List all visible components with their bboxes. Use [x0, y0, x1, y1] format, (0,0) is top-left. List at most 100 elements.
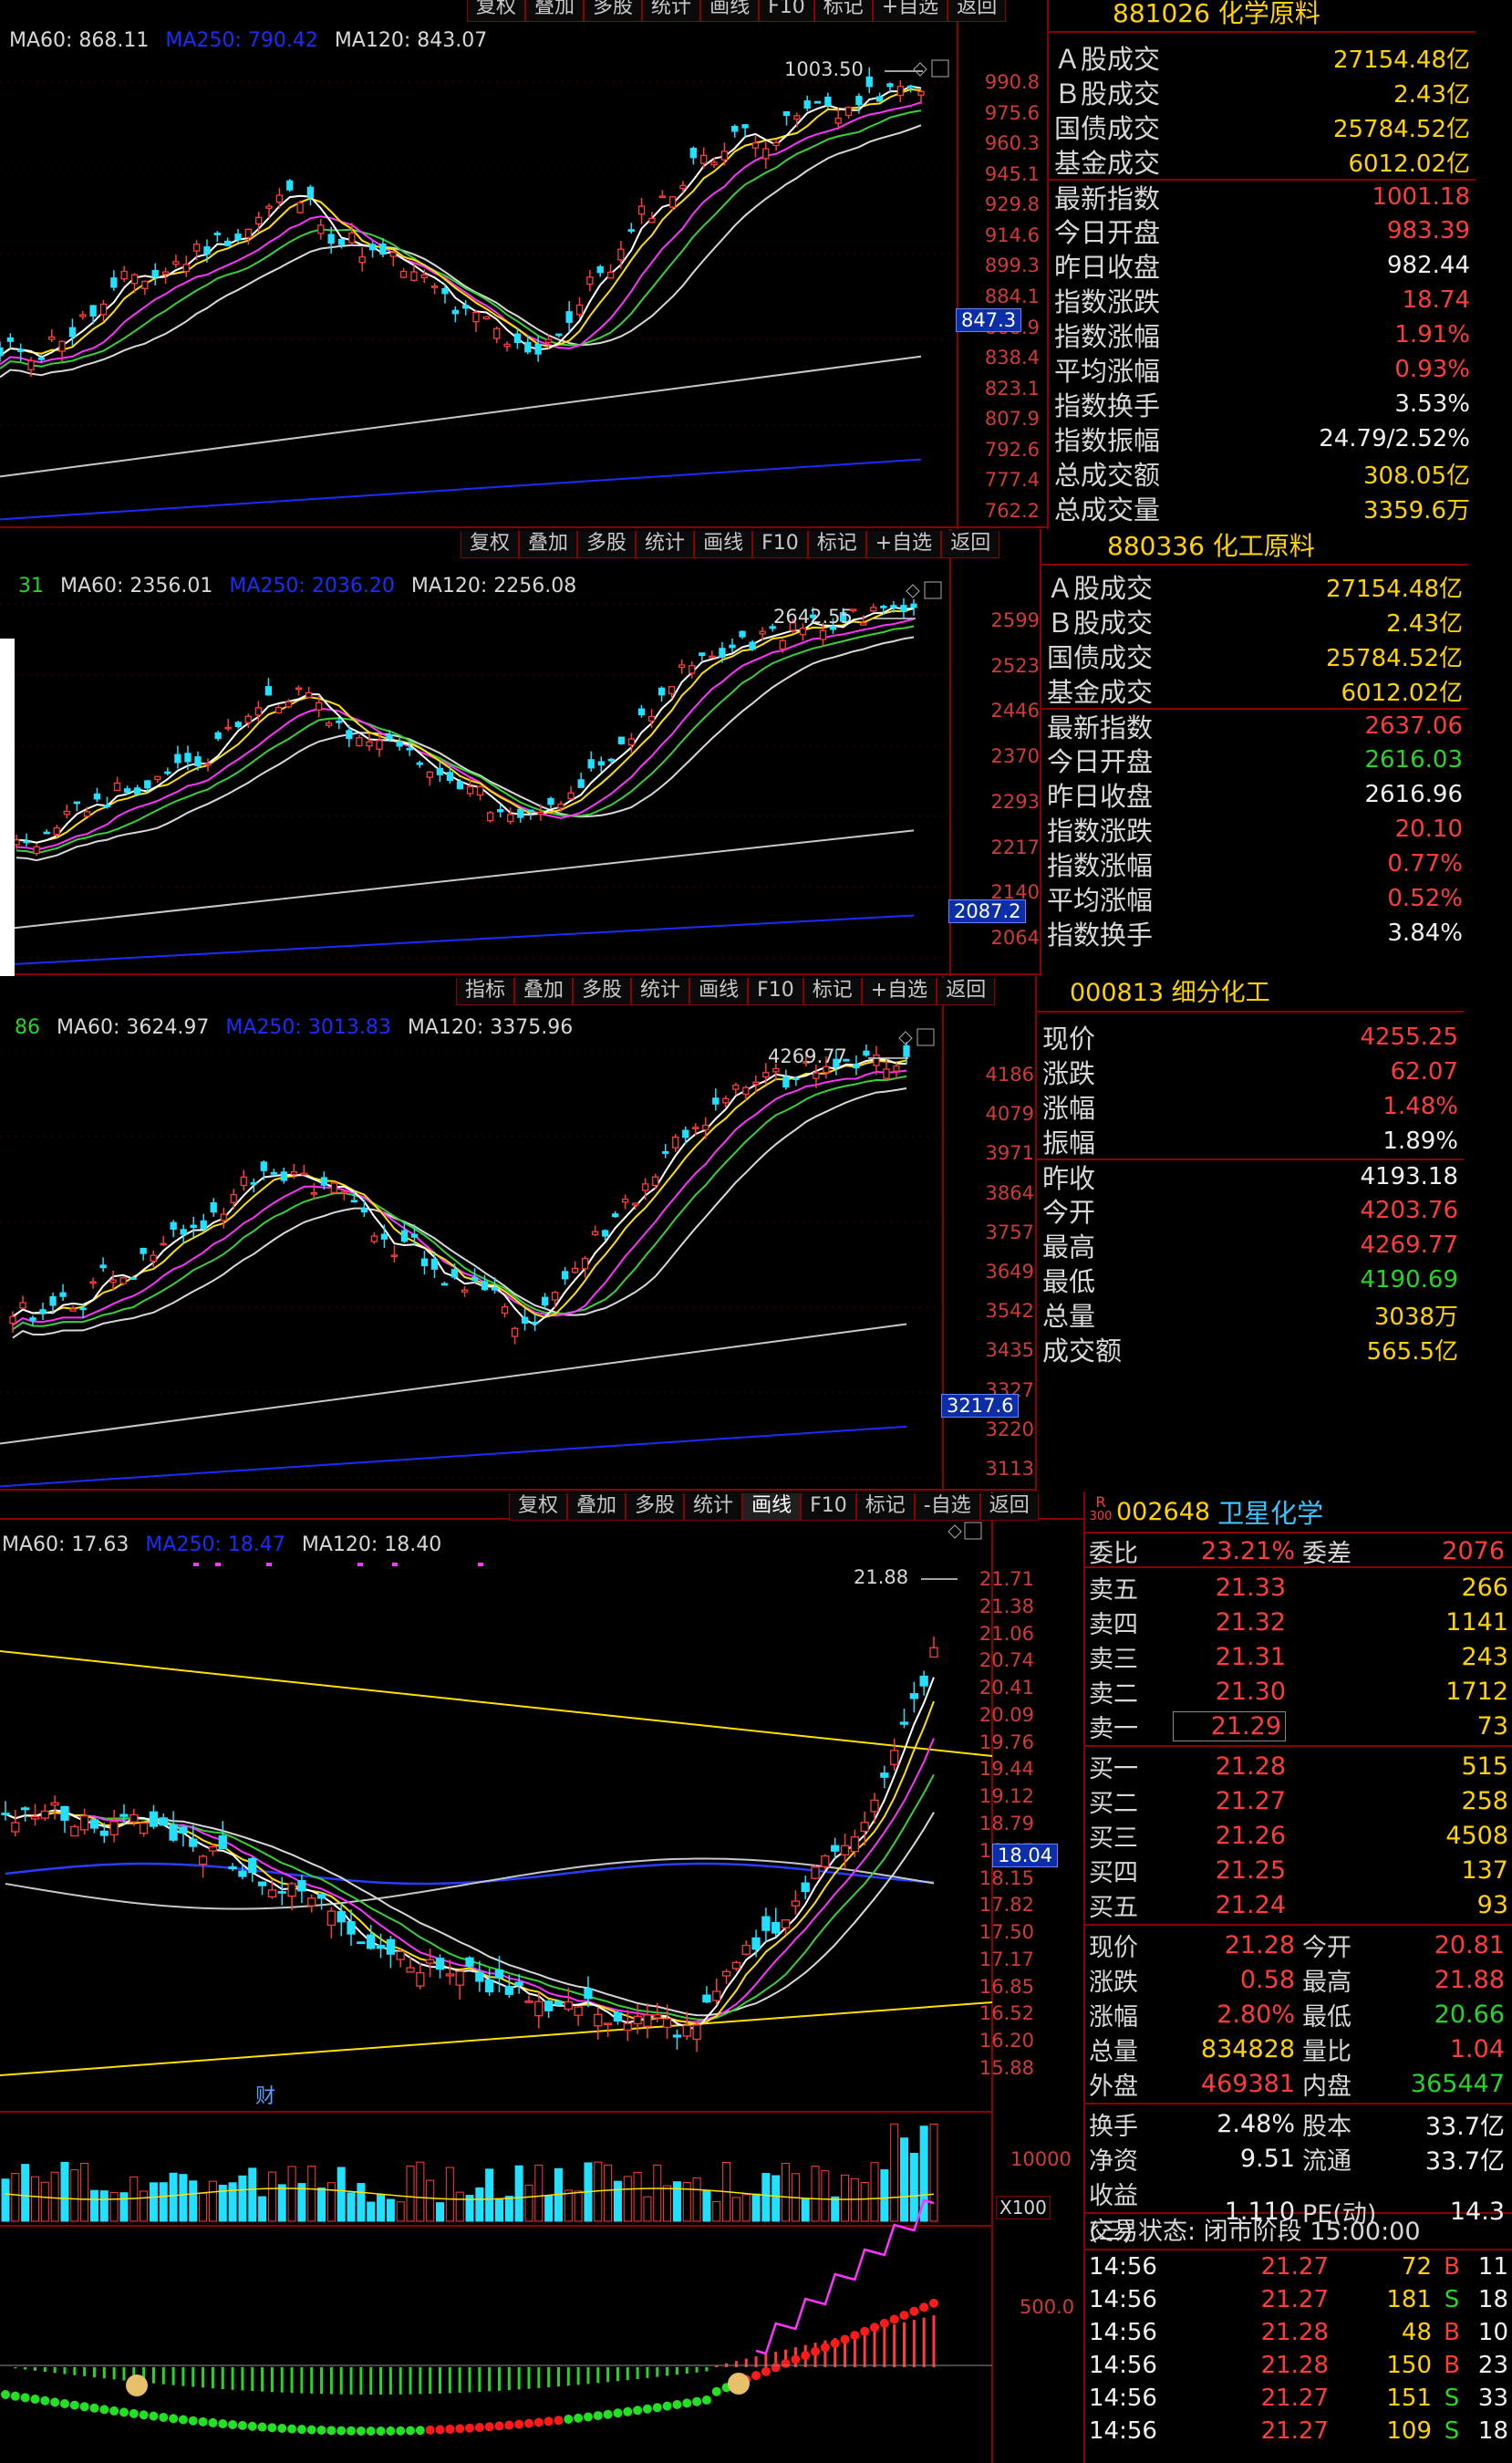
volume-bar — [870, 2162, 879, 2222]
toolbar-button[interactable]: F10 — [759, 0, 814, 22]
toolbar-button[interactable]: F10 — [752, 531, 808, 558]
candle-body — [274, 707, 283, 714]
toolbar-button[interactable]: 返回 — [979, 1493, 1039, 1521]
toolbar-button[interactable]: 复权 — [461, 531, 520, 558]
toolbar-button[interactable]: 返回 — [941, 531, 1000, 558]
candle-body — [720, 151, 729, 161]
weibi-value: 23.21% — [1201, 1537, 1295, 1565]
ask-row[interactable]: 卖二 21.30 1712 — [1085, 1674, 1512, 1709]
candle-body — [287, 1883, 296, 1897]
candle-body — [476, 785, 484, 796]
level-price[interactable]: 21.32 — [1173, 1608, 1341, 1637]
kline-chart[interactable] — [0, 0, 1049, 529]
axis-tick: 2064 — [990, 927, 1040, 949]
level-price[interactable]: 21.28 — [1173, 1752, 1341, 1781]
level-price[interactable]: 21.27 — [1173, 1787, 1341, 1815]
candle-body — [275, 194, 284, 203]
toolbar-button[interactable]: 统计 — [684, 1493, 743, 1521]
toolbar-button[interactable]: 画线 — [700, 0, 760, 22]
macd-dot — [662, 2401, 672, 2411]
candle-body — [678, 664, 686, 669]
toolbar-button[interactable]: 统计 — [636, 531, 695, 558]
candle-body — [17, 348, 25, 352]
toolbar-button[interactable]: F10 — [801, 1493, 856, 1521]
toolbar-button[interactable]: 统计 — [642, 0, 701, 22]
candle-body — [613, 2011, 623, 2022]
toolbar-button[interactable]: 统计 — [631, 978, 690, 1005]
candle-body — [330, 1182, 338, 1194]
macd-dot — [218, 2418, 228, 2428]
ask-row[interactable]: 卖五 21.33 266 — [1085, 1570, 1512, 1605]
info-label: Ｂ股成交 — [1047, 608, 1154, 639]
toolbar-button[interactable]: +自选 — [872, 0, 948, 22]
toolbar-button[interactable]: 标记 — [803, 978, 862, 1005]
candle-body — [250, 1181, 257, 1185]
ask-row[interactable]: 卖一 21.29 73 — [1085, 1709, 1512, 1743]
candle-body — [762, 1072, 770, 1078]
level-price[interactable]: 21.26 — [1173, 1822, 1341, 1850]
macd-dot — [672, 2399, 682, 2409]
finance-marker[interactable]: 财 — [255, 2080, 275, 2109]
candle-body — [658, 195, 666, 199]
candle-body — [436, 767, 444, 775]
toolbar-button[interactable]: 指标 — [456, 978, 515, 1005]
toolbar-button[interactable]: 画线 — [742, 1493, 802, 1521]
toolbar-button[interactable]: 复权 — [509, 1493, 568, 1521]
level-price[interactable]: 21.25 — [1173, 1856, 1341, 1885]
toolbar-button[interactable]: 返回 — [948, 0, 1007, 22]
volume-bar — [604, 2164, 613, 2222]
ask-row[interactable]: 卖三 21.31 243 — [1085, 1639, 1512, 1674]
toolbar-button[interactable]: 画线 — [694, 531, 753, 558]
toolbar-button[interactable]: 标记 — [855, 1493, 915, 1521]
candle-body — [129, 1277, 137, 1280]
ask-row[interactable]: 卖四 21.32 1141 — [1085, 1605, 1512, 1639]
level-price[interactable]: 21.24 — [1173, 1891, 1341, 1919]
toolbar-button[interactable]: 多股 — [573, 978, 632, 1005]
stock-kline-chart[interactable] — [0, 1491, 1085, 2463]
toolbar-button[interactable]: F10 — [748, 978, 803, 1005]
volume-bar — [179, 2174, 188, 2222]
macd-dot — [494, 2421, 504, 2431]
toolbar-button[interactable]: 叠加 — [525, 0, 585, 22]
candle-body — [317, 224, 325, 234]
toolbar-button[interactable]: 多股 — [577, 531, 637, 558]
bid-row[interactable]: 买一 21.28 515 — [1085, 1749, 1512, 1783]
bid-row[interactable]: 买三 21.26 4508 — [1085, 1818, 1512, 1853]
toolbar-button[interactable]: 叠加 — [519, 531, 578, 558]
toolbar-button[interactable]: 返回 — [937, 978, 996, 1005]
info-label: 昨日收盘 — [1047, 781, 1154, 812]
candle-body — [257, 1881, 267, 1886]
index-name: 化工原料 — [1212, 531, 1315, 561]
info-value: 25784.52亿 — [1332, 115, 1470, 143]
bid-row[interactable]: 买五 21.24 93 — [1085, 1887, 1512, 1922]
tick-list[interactable]: 14:56 21.27 72 B 11 14:56 21.27 181 S 18 14:56 21.2… — [1085, 2250, 1512, 2447]
toolbar-button[interactable]: 复权 — [467, 0, 526, 22]
info-label: 昨日收盘 — [1054, 252, 1161, 283]
kline-chart[interactable] — [0, 976, 1049, 1491]
toolbar-button[interactable]: 标记 — [807, 531, 866, 558]
level-price[interactable]: 21.30 — [1173, 1678, 1341, 1706]
toolbar-button[interactable]: -自选 — [914, 1493, 980, 1521]
volume-bar — [377, 2194, 386, 2222]
toolbar-button[interactable]: 叠加 — [567, 1493, 627, 1521]
candle-body — [285, 701, 293, 708]
volume-unit[interactable]: X100 — [996, 2196, 1051, 2219]
toolbar-button[interactable]: 叠加 — [514, 978, 574, 1005]
bid-row[interactable]: 买四 21.25 137 — [1085, 1853, 1512, 1887]
candle-body — [759, 630, 766, 635]
ma-label: MA60: 17.63 — [2, 1533, 129, 1556]
toolbar-button[interactable]: 多股 — [584, 0, 643, 22]
toolbar-button[interactable]: 标记 — [813, 0, 873, 22]
level-price[interactable]: 21.33 — [1173, 1574, 1341, 1602]
macd-dot — [267, 2423, 277, 2433]
level-price[interactable]: 21.31 — [1173, 1643, 1341, 1671]
toolbar-button[interactable]: 画线 — [689, 978, 749, 1005]
candle-body — [150, 1254, 157, 1263]
toolbar-button[interactable]: 多股 — [626, 1493, 685, 1521]
toolbar-button[interactable]: +自选 — [865, 531, 942, 558]
bid-row[interactable]: 买二 21.27 258 — [1085, 1783, 1512, 1818]
weicha-value: 2076 — [1442, 1537, 1505, 1565]
toolbar-button[interactable]: +自选 — [861, 978, 937, 1005]
level-price[interactable]: 21.29 — [1173, 1711, 1286, 1741]
candle-body — [420, 1258, 429, 1266]
